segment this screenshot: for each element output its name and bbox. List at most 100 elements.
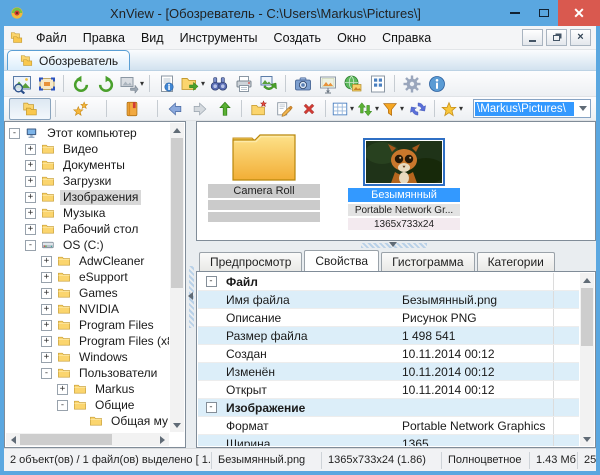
tree-item-public[interactable]: -Общие — [7, 397, 169, 413]
tree-item-nvidia[interactable]: +NVIDIA — [7, 301, 169, 317]
tree-item-users[interactable]: -Пользователи — [7, 365, 169, 381]
dropdown-caret-icon[interactable]: ▾ — [459, 104, 463, 113]
search-button[interactable] — [206, 73, 231, 95]
tree-item-games[interactable]: +Games — [7, 285, 169, 301]
tree-expander[interactable]: + — [25, 192, 36, 203]
collapse-icon[interactable]: - — [206, 276, 217, 287]
tree-item-adwcleaner[interactable]: +AdwCleaner — [7, 253, 169, 269]
tree-item-this-pc[interactable]: -Этот компьютер — [7, 125, 169, 141]
up-button[interactable] — [212, 98, 237, 120]
property-section-image[interactable]: -Изображение — [198, 399, 579, 417]
tree-expander[interactable]: + — [41, 288, 52, 299]
menu-edit[interactable]: Правка — [75, 28, 133, 48]
scroll-up-icon[interactable] — [580, 273, 594, 287]
tree-item-downloads[interactable]: +Загрузки — [7, 173, 169, 189]
sort-button[interactable]: ▾ — [355, 98, 380, 120]
scroll-right-icon[interactable] — [155, 433, 169, 446]
move-to-folder-button[interactable]: ▾ — [179, 73, 206, 95]
screen-capture-button[interactable] — [290, 73, 315, 95]
property-row-created[interactable]: Создан10.11.2014 00:12 — [198, 345, 579, 363]
menu-file[interactable]: Файл — [28, 28, 75, 48]
tree-item-markus[interactable]: +Markus — [7, 381, 169, 397]
tree-expander[interactable]: + — [41, 304, 52, 315]
delete-button[interactable] — [296, 98, 321, 120]
favorites-toggle-button[interactable] — [60, 98, 102, 120]
new-folder-button[interactable] — [246, 98, 271, 120]
tab-preview[interactable]: Предпросмотр — [199, 252, 302, 271]
fullscreen-button[interactable] — [34, 73, 59, 95]
filter-button[interactable]: ▾ — [380, 98, 405, 120]
forward-button[interactable] — [187, 98, 212, 120]
tab-properties[interactable]: Свойства — [304, 250, 379, 271]
tree-expander[interactable]: + — [41, 256, 52, 267]
property-row-filename[interactable]: Имя файлаБезымянный.png — [198, 291, 579, 309]
tree-item-public-music[interactable]: Общая му — [7, 413, 169, 429]
tab-histogram[interactable]: Гистограмма — [381, 252, 474, 271]
slideshow-button[interactable] — [315, 73, 340, 95]
menu-tools[interactable]: Инструменты — [172, 28, 266, 48]
tree-expander[interactable]: - — [25, 240, 36, 251]
tree-horizontal-scrollbar[interactable] — [6, 433, 169, 446]
tree-hscrollbar-thumb[interactable] — [20, 434, 112, 445]
tree-item-documents[interactable]: +Документы — [7, 157, 169, 173]
bookmark-toggle-button[interactable] — [111, 98, 153, 120]
minimize-button[interactable] — [500, 0, 529, 26]
property-row-filesize[interactable]: Размер файла1 498 541 — [198, 327, 579, 345]
property-row-opened[interactable]: Открыт10.11.2014 00:12 — [198, 381, 579, 399]
horizontal-splitter[interactable] — [196, 241, 596, 250]
favorite-star-button[interactable]: ▾ — [439, 98, 464, 120]
view-button[interactable] — [9, 73, 34, 95]
properties-button[interactable] — [154, 73, 179, 95]
tree-item-desktop[interactable]: +Рабочий стол — [7, 221, 169, 237]
dropdown-caret-icon[interactable]: ▾ — [375, 104, 379, 113]
title-bar[interactable]: XnView - [Обозреватель - C:\Users\Markus… — [0, 0, 600, 26]
tree-expander[interactable]: + — [25, 224, 36, 235]
tree-item-os-c[interactable]: -OS (C:) — [7, 237, 169, 253]
property-section-file[interactable]: -Файл — [198, 273, 579, 291]
menu-help[interactable]: Справка — [374, 28, 439, 48]
tree-expander[interactable]: - — [9, 128, 20, 139]
folder-tree-toggle-button[interactable] — [9, 98, 51, 120]
mdi-minimize-button[interactable] — [522, 29, 543, 46]
thumbnail-selected-image[interactable]: Безымянный Portable Network Gr... 1365x7… — [345, 127, 463, 235]
address-combobox[interactable]: \Markus\Pictures\ — [473, 99, 591, 118]
grid-vertical-scrollbar[interactable] — [580, 273, 594, 446]
splitter-collapse-handle[interactable] — [361, 243, 427, 248]
grid-scrollbar-thumb[interactable] — [581, 288, 593, 346]
tree-expander[interactable]: + — [41, 352, 52, 363]
batch-convert-button[interactable] — [256, 73, 281, 95]
tree-expander[interactable]: + — [41, 272, 52, 283]
tree-expander[interactable]: + — [25, 176, 36, 187]
tree-expander[interactable]: + — [57, 384, 68, 395]
tree-expander[interactable]: + — [25, 208, 36, 219]
rotate-left-button[interactable] — [68, 73, 93, 95]
rotate-right-button[interactable] — [93, 73, 118, 95]
tree-expander[interactable]: + — [41, 336, 52, 347]
scroll-down-icon[interactable] — [580, 432, 594, 446]
tree-item-program-files[interactable]: +Program Files — [7, 317, 169, 333]
dropdown-caret-icon[interactable]: ▾ — [350, 104, 354, 113]
tree-item-windows[interactable]: +Windows — [7, 349, 169, 365]
settings-button[interactable] — [399, 73, 424, 95]
contact-sheet-button[interactable] — [365, 73, 390, 95]
tree-item-video[interactable]: +Видео — [7, 141, 169, 157]
mdi-restore-button[interactable] — [546, 29, 567, 46]
tree-expander[interactable]: + — [25, 160, 36, 171]
scroll-down-icon[interactable] — [170, 418, 184, 432]
refresh-button[interactable] — [405, 98, 430, 120]
tree-vertical-scrollbar[interactable] — [170, 123, 184, 432]
tree-expander[interactable]: - — [41, 368, 52, 379]
back-button[interactable] — [162, 98, 187, 120]
tree-item-music[interactable]: +Музыка — [7, 205, 169, 221]
address-dropdown-icon[interactable] — [575, 106, 590, 111]
property-row-description[interactable]: ОписаниеРисунок PNG — [198, 309, 579, 327]
tree-expander[interactable]: - — [57, 400, 68, 411]
print-button[interactable] — [231, 73, 256, 95]
menu-create[interactable]: Создать — [266, 28, 330, 48]
collapse-icon[interactable]: - — [206, 402, 217, 413]
vertical-splitter[interactable] — [186, 121, 196, 448]
scroll-up-icon[interactable] — [170, 123, 184, 137]
close-button[interactable]: ✕ — [558, 0, 600, 26]
property-row-modified[interactable]: Изменён10.11.2014 00:12 — [198, 363, 579, 381]
menu-view[interactable]: Вид — [133, 28, 172, 48]
